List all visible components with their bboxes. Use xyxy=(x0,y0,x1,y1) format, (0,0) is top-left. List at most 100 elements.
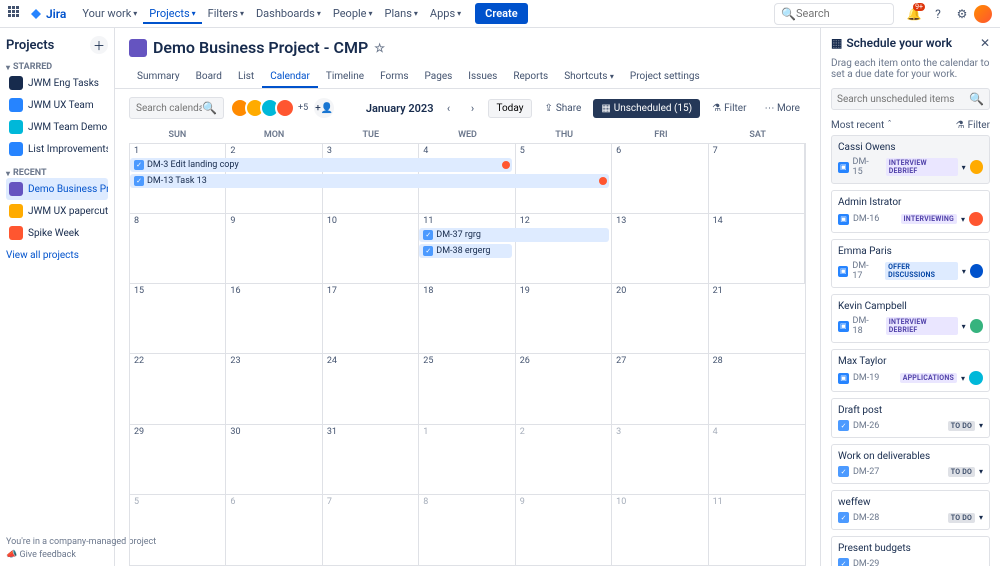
calendar-event[interactable]: ✓DM-13 Task 13 xyxy=(130,174,609,188)
tab-calendar[interactable]: Calendar xyxy=(262,65,318,88)
app-switcher-icon[interactable] xyxy=(8,6,24,22)
close-icon[interactable]: ✕ xyxy=(980,36,990,50)
calendar-event[interactable]: ✓DM-3 Edit landing copy xyxy=(130,158,512,172)
calendar-cell[interactable]: 31 xyxy=(323,425,419,494)
calendar-event[interactable]: ✓DM-38 ergerg xyxy=(419,244,512,258)
calendar-cell[interactable]: 16 xyxy=(226,284,322,353)
unscheduled-card[interactable]: Kevin Campbell▣DM-18INTERVIEW DEBRIEF▾ xyxy=(831,294,990,343)
panel-filter-button[interactable]: ⚗Filter xyxy=(956,120,990,131)
unscheduled-card[interactable]: weffew✓DM-28TO DO▾ xyxy=(831,490,990,530)
calendar-cell[interactable]: 26 xyxy=(516,354,612,423)
calendar-cell[interactable]: 10 xyxy=(323,214,419,283)
more-button[interactable]: ⋯ More xyxy=(758,100,806,117)
sidebar-project-item[interactable]: Demo Business Proje... xyxy=(6,178,108,200)
global-search[interactable]: 🔍 xyxy=(774,3,894,25)
panel-search[interactable]: 🔍 xyxy=(831,88,990,110)
unscheduled-card[interactable]: Present budgets✓DM-29 xyxy=(831,536,990,566)
create-project-button[interactable]: ＋ xyxy=(90,36,108,54)
calendar-search-input[interactable] xyxy=(136,103,202,114)
tab-timeline[interactable]: Timeline xyxy=(318,65,372,88)
unscheduled-button[interactable]: ▦Unscheduled (15) xyxy=(593,99,700,118)
sidebar-project-item[interactable]: List Improvements In... xyxy=(6,138,108,160)
calendar-cell[interactable]: 21 xyxy=(709,284,805,353)
avatar[interactable] xyxy=(275,98,295,118)
calendar-cell[interactable]: 10 xyxy=(612,495,708,565)
add-person-button[interactable]: +👤 xyxy=(314,98,334,118)
calendar-cell[interactable]: 14 xyxy=(709,214,805,283)
calendar-cell[interactable]: 17 xyxy=(323,284,419,353)
unscheduled-card[interactable]: Work on deliverables✓DM-27TO DO▾ xyxy=(831,444,990,484)
view-all-projects[interactable]: View all projects xyxy=(6,250,108,261)
calendar-cell[interactable]: 8 xyxy=(419,495,515,565)
unscheduled-card[interactable]: Emma Paris▣DM-17OFFER DISCUSSIONS▾ xyxy=(831,239,990,288)
share-button[interactable]: ⇪Share xyxy=(538,100,587,117)
calendar-cell[interactable]: 2 xyxy=(516,425,612,494)
unscheduled-card[interactable]: Draft post✓DM-26TO DO▾ xyxy=(831,398,990,438)
calendar-cell[interactable]: 1 xyxy=(419,425,515,494)
sidebar-project-item[interactable]: JWM UX papercuts xyxy=(6,200,108,222)
tab-shortcuts[interactable]: Shortcuts ▾ xyxy=(556,65,622,88)
calendar-cell[interactable]: 3 xyxy=(612,425,708,494)
tab-pages[interactable]: Pages xyxy=(417,65,461,88)
calendar-cell[interactable]: 6 xyxy=(226,495,322,565)
settings-icon[interactable]: ⚙ xyxy=(953,5,971,23)
avatar-more[interactable]: +5 xyxy=(298,103,308,113)
calendar-cell[interactable]: 23 xyxy=(226,354,322,423)
notifications-icon[interactable]: 🔔9+ xyxy=(905,5,923,23)
tab-summary[interactable]: Summary xyxy=(129,65,188,88)
sidebar-project-item[interactable]: JWM Eng Tasks xyxy=(6,72,108,94)
calendar-cell[interactable]: 25 xyxy=(419,354,515,423)
sidebar-project-item[interactable]: JWM Team Demo xyxy=(6,116,108,138)
help-icon[interactable]: ? xyxy=(929,5,947,23)
nav-people[interactable]: People ▾ xyxy=(327,3,379,24)
filter-button[interactable]: ⚗Filter xyxy=(706,100,752,117)
unscheduled-card[interactable]: Cassi Owens▣DM-15INTERVIEW DEBRIEF▾ xyxy=(831,135,990,184)
calendar-cell[interactable]: 24 xyxy=(323,354,419,423)
tab-board[interactable]: Board xyxy=(188,65,230,88)
calendar-cell[interactable]: 9 xyxy=(516,495,612,565)
nav-dashboards[interactable]: Dashboards ▾ xyxy=(250,3,327,24)
panel-search-input[interactable] xyxy=(837,94,969,105)
calendar-cell[interactable]: 12 xyxy=(516,214,612,283)
calendar-cell[interactable]: 27 xyxy=(612,354,708,423)
star-icon[interactable]: ☆ xyxy=(374,41,385,55)
calendar-cell[interactable]: 22 xyxy=(130,354,226,423)
unscheduled-card[interactable]: Admin Istrator▣DM-16INTERVIEWING▾ xyxy=(831,190,990,233)
calendar-cell[interactable]: 11 xyxy=(709,495,805,565)
calendar-cell[interactable]: 5 xyxy=(130,495,226,565)
sidebar-project-item[interactable]: JWM UX Team xyxy=(6,94,108,116)
jira-logo[interactable]: Jira xyxy=(30,7,66,21)
sidebar-project-item[interactable]: Spike Week xyxy=(6,222,108,244)
calendar-cell[interactable]: 29 xyxy=(130,425,226,494)
tab-issues[interactable]: Issues xyxy=(460,65,505,88)
starred-label[interactable]: ▾STARRED xyxy=(6,62,108,72)
tab-reports[interactable]: Reports xyxy=(505,65,556,88)
sort-button[interactable]: Most recent ˆ xyxy=(831,120,892,131)
unscheduled-card[interactable]: Max Taylor▣DM-19APPLICATIONS▾ xyxy=(831,349,990,392)
calendar-cell[interactable]: 9 xyxy=(226,214,322,283)
today-button[interactable]: Today xyxy=(488,99,533,118)
calendar-cell[interactable]: 8 xyxy=(130,214,226,283)
create-button[interactable]: Create xyxy=(475,3,528,24)
global-search-input[interactable] xyxy=(796,7,887,20)
nav-apps[interactable]: Apps ▾ xyxy=(424,3,467,24)
tab-project-settings[interactable]: Project settings xyxy=(622,65,708,88)
nav-your-work[interactable]: Your work ▾ xyxy=(76,3,143,24)
assignee-filter[interactable]: +5 +👤 xyxy=(230,98,334,118)
tab-list[interactable]: List xyxy=(230,65,262,88)
nav-projects[interactable]: Projects ▾ xyxy=(143,3,201,24)
give-feedback[interactable]: 📣 Give feedback xyxy=(6,550,115,560)
calendar-cell[interactable]: 7 xyxy=(709,144,805,213)
calendar-cell[interactable]: 7 xyxy=(323,495,419,565)
nav-plans[interactable]: Plans ▾ xyxy=(379,3,424,24)
calendar-cell[interactable]: 20 xyxy=(612,284,708,353)
recent-label[interactable]: ▾RECENT xyxy=(6,168,108,178)
prev-month-button[interactable]: ‹ xyxy=(440,99,458,117)
calendar-cell[interactable]: 19 xyxy=(516,284,612,353)
calendar-cell[interactable]: 13 xyxy=(612,214,708,283)
tab-forms[interactable]: Forms xyxy=(372,65,416,88)
calendar-search[interactable]: 🔍 xyxy=(129,97,224,119)
calendar-cell[interactable]: 6 xyxy=(612,144,708,213)
profile-avatar[interactable] xyxy=(974,5,992,23)
calendar-cell[interactable]: 30 xyxy=(226,425,322,494)
